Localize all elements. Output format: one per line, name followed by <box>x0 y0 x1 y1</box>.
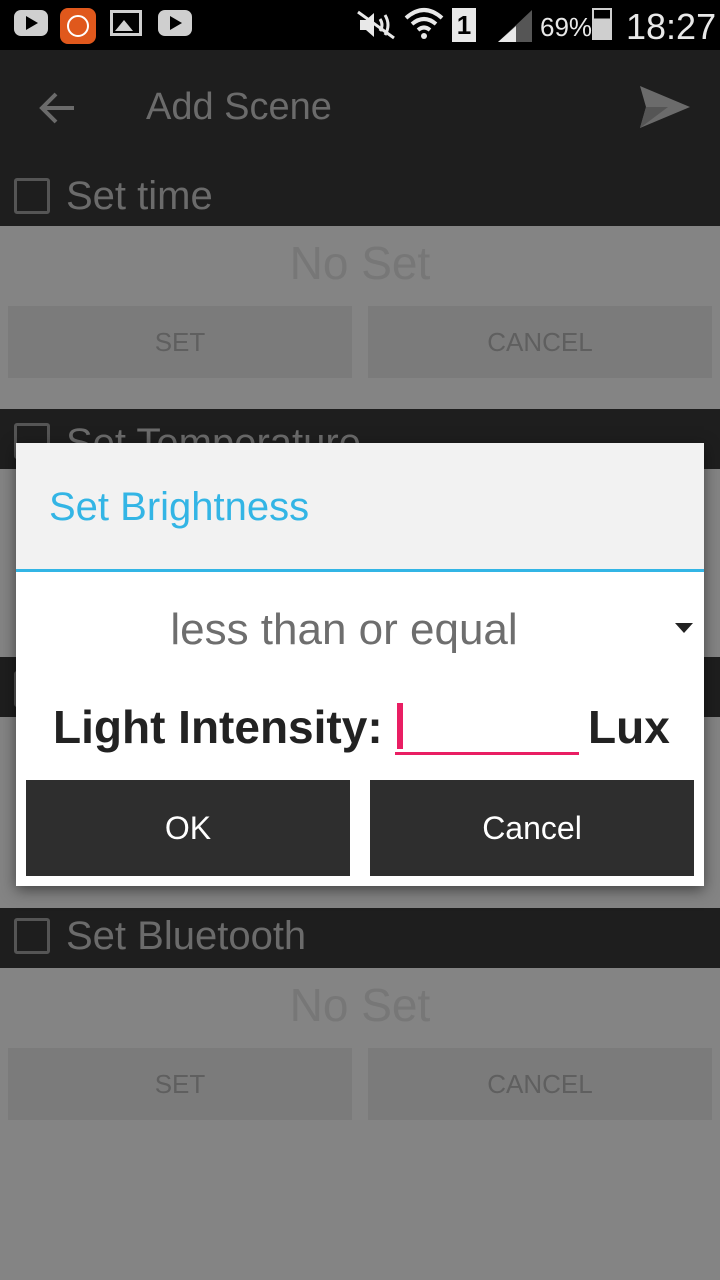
mute-icon <box>357 10 395 40</box>
section-title: Set Bluetooth <box>66 914 307 958</box>
section-body-time: No Set SET CANCEL <box>0 226 720 409</box>
battery-percent: 69% <box>540 12 593 42</box>
page-title: Add Scene <box>146 86 332 128</box>
ok-button[interactable]: OK <box>26 780 350 876</box>
set-brightness-dialog: Set Brightness less than or equal Light … <box>16 443 704 886</box>
light-intensity-input[interactable] <box>395 699 579 755</box>
checkbox-time[interactable] <box>14 178 50 214</box>
signal-icon <box>498 10 532 42</box>
dialog-cancel-button[interactable]: Cancel <box>370 780 694 876</box>
light-intensity-label: Light Intensity: <box>53 701 383 753</box>
youtube-icon <box>158 10 192 36</box>
dialog-title: Set Brightness <box>49 485 310 529</box>
back-arrow-icon[interactable] <box>36 86 80 130</box>
battery-icon <box>592 8 612 40</box>
youtube-icon <box>14 10 48 36</box>
mi-icon <box>60 8 96 44</box>
cancel-button[interactable]: CANCEL <box>368 1048 712 1120</box>
cancel-button[interactable]: CANCEL <box>368 306 712 378</box>
unit-label: Lux <box>588 701 670 753</box>
app-bar: Add Scene <box>0 50 720 166</box>
text-cursor <box>397 703 403 749</box>
dialog-header: Set Brightness <box>16 443 704 572</box>
section-header-bluetooth: Set Bluetooth <box>0 908 720 968</box>
set-button[interactable]: SET <box>8 1048 352 1120</box>
status-bar: 1 69% 18:27 <box>0 0 720 50</box>
image-icon <box>110 10 142 36</box>
bluetooth-value: No Set <box>289 979 431 1031</box>
sim-icon: 1 <box>452 8 476 42</box>
clock: 18:27 <box>626 6 717 47</box>
wifi-icon <box>404 8 444 39</box>
section-title: Set time <box>66 174 213 218</box>
section-body-bluetooth: No Set SET CANCEL <box>0 968 720 1280</box>
send-icon[interactable] <box>638 82 692 132</box>
comparator-dropdown[interactable]: less than or equal <box>16 583 704 673</box>
comparator-value: less than or equal <box>170 605 518 654</box>
time-value: No Set <box>289 237 431 289</box>
section-header-time: Set time <box>0 166 720 226</box>
checkbox-bluetooth[interactable] <box>14 918 50 954</box>
caret-down-icon <box>675 623 693 633</box>
set-button[interactable]: SET <box>8 306 352 378</box>
